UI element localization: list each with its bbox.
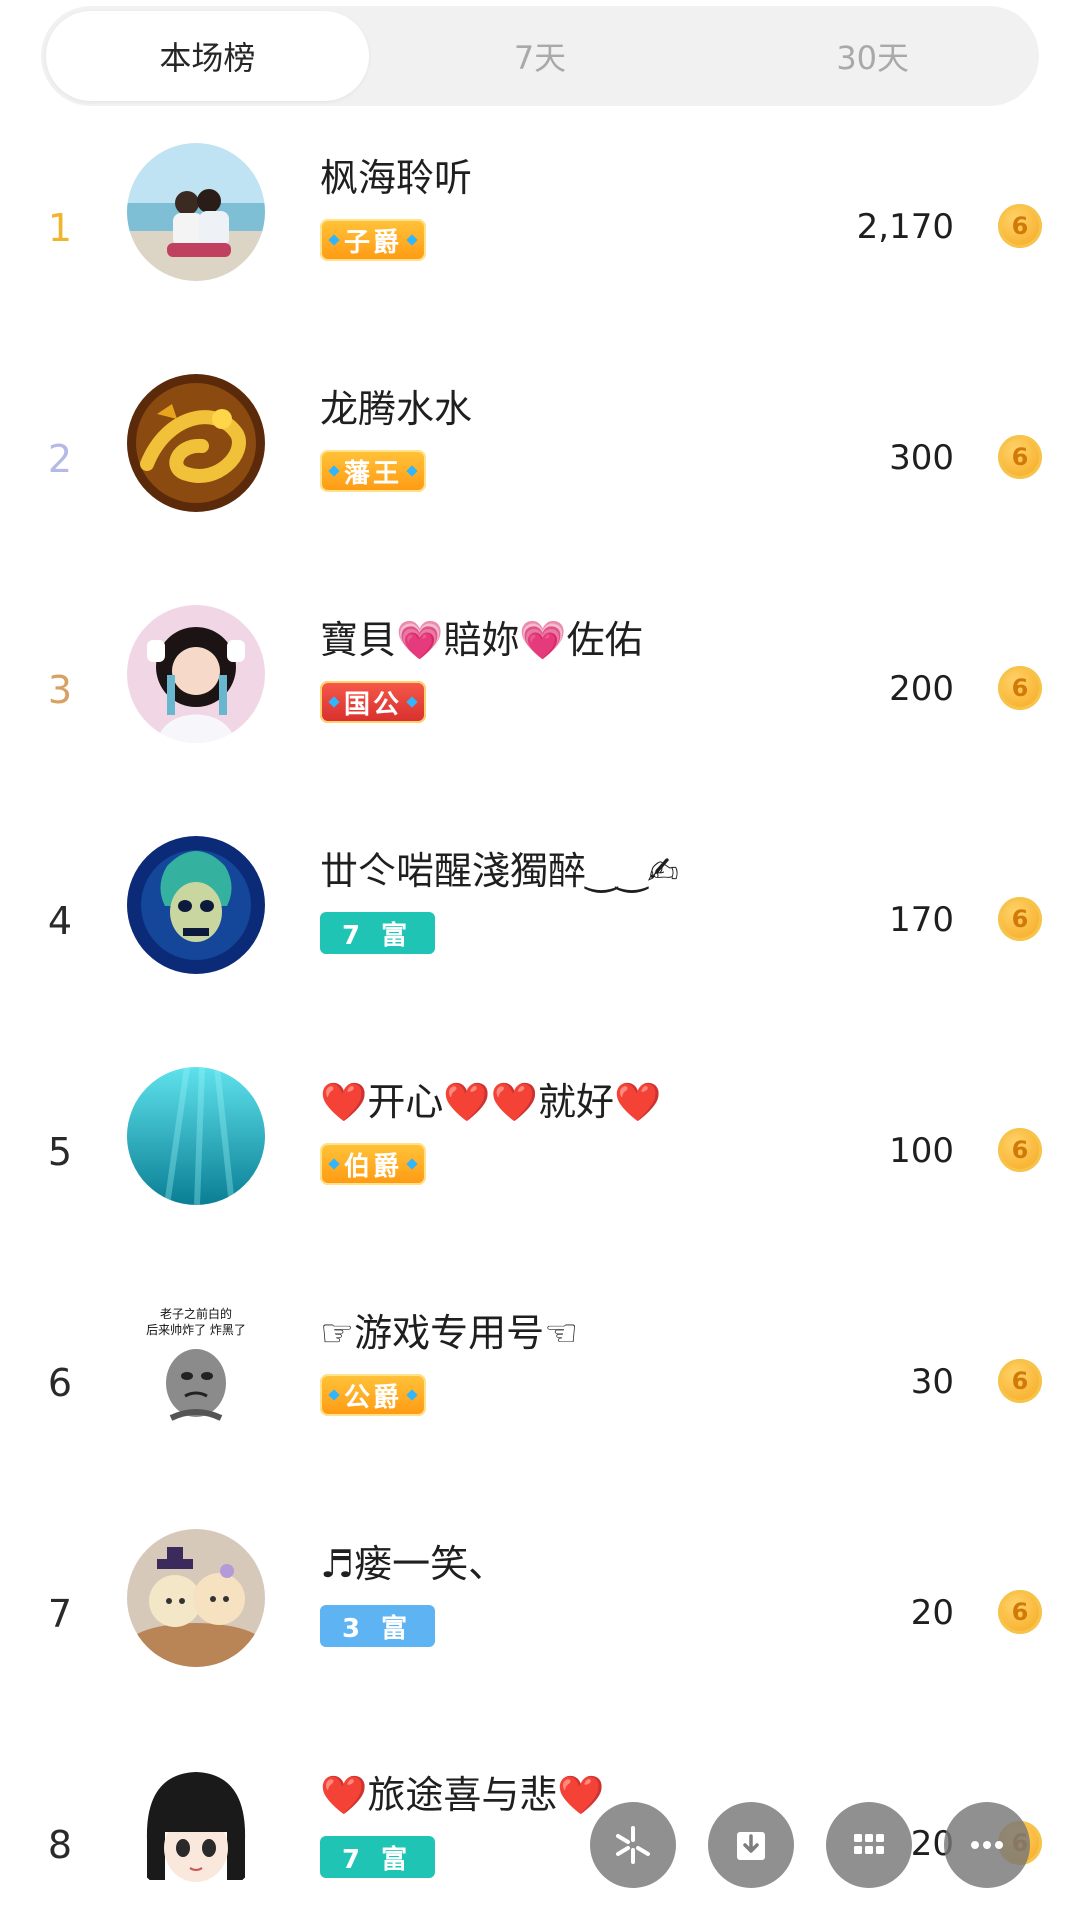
nickname: ❤️旅途喜与悲❤️ <box>320 1773 605 1817</box>
ranking-row[interactable]: 3 寶貝💗賠妳💗佐佑 国公 200 6 <box>0 573 1080 804</box>
nickname: ❤️开心❤️❤️就好❤️ <box>320 1080 662 1124</box>
coin-icon: 6 <box>998 1359 1042 1403</box>
nickname: 丗仒啱醒淺獨醉‿‿✍ <box>320 849 679 893</box>
gem-icon <box>328 465 340 477</box>
coin-icon: 6 <box>998 435 1042 479</box>
gem-icon <box>406 1158 418 1170</box>
noble-badge: 国公 <box>320 681 427 723</box>
avatar-caption-line1: 老子之前白的 <box>160 1306 232 1321</box>
more-button[interactable] <box>944 1802 1030 1888</box>
coin-icon: 6 <box>998 204 1042 248</box>
ranking-row[interactable]: 8 ❤️旅途喜与悲❤️ 7 富 20 6 <box>0 1728 1080 1920</box>
gift-ranking-page: 本场榜 7天 30天 1 枫海聆听 子爵 2,170 6 2 龙腾水水 藩王 3… <box>0 0 1080 1920</box>
ranking-row[interactable]: 6 老子之前白的 后来帅炸了 炸黑了 ☞游戏专用号☜ 公爵 30 6 <box>0 1266 1080 1497</box>
score-value: 170 <box>889 900 954 940</box>
nickname: 寶貝💗賠妳💗佐佑 <box>320 618 643 662</box>
score-value: 100 <box>889 1131 954 1171</box>
nickname: ♬瘘一笑、 <box>320 1542 507 1586</box>
coin-icon: 6 <box>998 666 1042 710</box>
gem-icon <box>328 696 340 708</box>
rank-number: 2 <box>47 437 73 481</box>
download-button[interactable] <box>708 1802 794 1888</box>
coin-icon: 6 <box>998 1128 1042 1172</box>
avatar[interactable] <box>127 1760 265 1898</box>
grid-icon <box>854 1834 884 1854</box>
grid-button[interactable] <box>826 1802 912 1888</box>
nickname: 龙腾水水 <box>320 387 473 431</box>
gem-icon <box>406 465 418 477</box>
coin-icon: 6 <box>998 1590 1042 1634</box>
nickname: 枫海聆听 <box>320 156 473 200</box>
gem-icon <box>328 234 340 246</box>
avatar[interactable] <box>127 143 265 281</box>
avatar[interactable] <box>127 374 265 512</box>
score-value: 2,170 <box>856 207 954 247</box>
score-value: 30 <box>910 1362 954 1402</box>
badge-label: 藩王 <box>344 458 403 489</box>
rank-number: 4 <box>47 899 73 943</box>
noble-badge: 公爵 <box>320 1374 427 1416</box>
gem-icon <box>406 234 418 246</box>
tab-30-days[interactable]: 30天 <box>711 11 1034 101</box>
tab-this-session[interactable]: 本场榜 <box>46 11 369 101</box>
gem-icon <box>328 1389 340 1401</box>
ranking-row[interactable]: 1 枫海聆听 子爵 2,170 6 <box>0 111 1080 342</box>
ranking-row[interactable]: 5 ❤️开心❤️❤️就好❤️ 伯爵 100 6 <box>0 1035 1080 1266</box>
gem-icon <box>406 1389 418 1401</box>
wealth-badge: 3 富 <box>320 1605 436 1647</box>
rank-number: 1 <box>47 206 73 250</box>
coin-icon: 6 <box>998 897 1042 941</box>
download-icon <box>737 1832 765 1860</box>
wealth-badge: 7 富 <box>320 912 436 954</box>
score-value: 300 <box>889 438 954 478</box>
wealth-badge: 7 富 <box>320 1836 436 1878</box>
more-icon <box>971 1841 1003 1849</box>
avatar[interactable] <box>127 605 265 743</box>
avatar[interactable] <box>127 1067 265 1205</box>
avatar[interactable] <box>127 836 265 974</box>
nickname: ☞游戏专用号☜ <box>320 1311 579 1355</box>
badge-label: 伯爵 <box>344 1151 403 1182</box>
tab-7-days[interactable]: 7天 <box>379 11 702 101</box>
gem-icon <box>406 696 418 708</box>
ranking-row[interactable]: 4 丗仒啱醒淺獨醉‿‿✍ 7 富 170 6 <box>0 804 1080 1035</box>
score-value: 200 <box>889 669 954 709</box>
avatar[interactable]: 老子之前白的 后来帅炸了 炸黑了 <box>127 1298 265 1436</box>
rank-number: 3 <box>47 668 73 712</box>
gem-icon <box>328 1158 340 1170</box>
avatar-caption-line2: 后来帅炸了 炸黑了 <box>146 1323 246 1337</box>
score-value: 20 <box>910 1593 954 1633</box>
ranking-row[interactable]: 2 龙腾水水 藩王 300 6 <box>0 342 1080 573</box>
rank-number: 6 <box>47 1361 73 1405</box>
badge-label: 公爵 <box>344 1382 403 1413</box>
rank-number: 7 <box>47 1592 73 1636</box>
avatar[interactable] <box>127 1529 265 1667</box>
ranking-row[interactable]: 7 ♬瘘一笑、 3 富 20 6 <box>0 1497 1080 1728</box>
badge-label: 国公 <box>344 689 403 720</box>
rank-number: 8 <box>47 1823 73 1867</box>
noble-badge: 子爵 <box>320 219 427 261</box>
badge-label: 子爵 <box>344 227 403 258</box>
noble-badge: 伯爵 <box>320 1143 427 1185</box>
period-tabs: 本场榜 7天 30天 <box>41 6 1039 106</box>
ranking-list: 1 枫海聆听 子爵 2,170 6 2 龙腾水水 藩王 300 6 3 寶貝💗賠… <box>0 111 1080 1920</box>
sparkle-icon <box>616 1826 650 1864</box>
noble-badge: 藩王 <box>320 450 427 492</box>
sparkle-button[interactable] <box>590 1802 676 1888</box>
rank-number: 5 <box>47 1130 73 1174</box>
